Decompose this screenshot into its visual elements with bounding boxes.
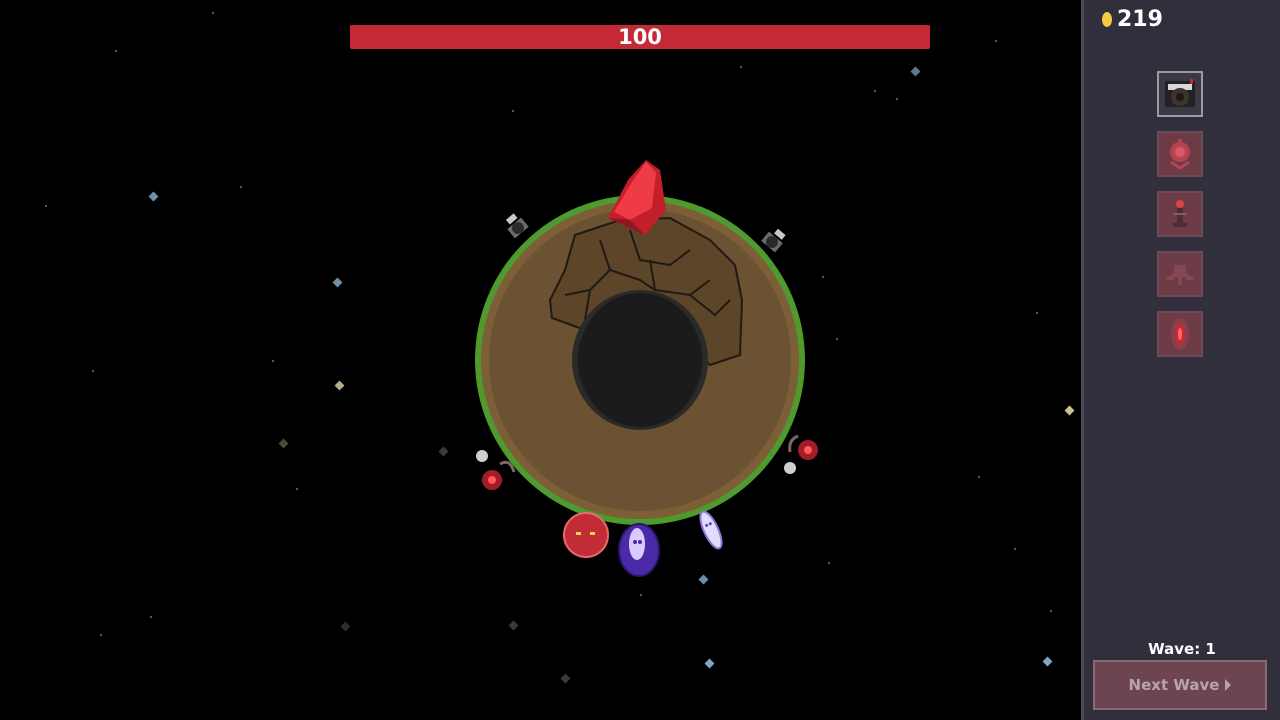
star-icon	[278, 438, 289, 449]
star-icon	[340, 621, 351, 632]
star-dot	[45, 205, 47, 207]
star-dot	[115, 50, 117, 52]
star-dot	[1036, 312, 1038, 314]
star-icon	[508, 620, 519, 631]
red-blob-enemy-icon[interactable]	[563, 512, 609, 558]
cannon-turret-icon[interactable]	[761, 225, 788, 253]
star-dot	[995, 40, 997, 42]
star-icon	[334, 380, 345, 391]
beacon-tower-icon	[1173, 200, 1187, 227]
tower-slot-flower-turret[interactable]	[1157, 131, 1203, 177]
coin-icon	[1102, 11, 1112, 27]
core-health-value: 100	[618, 25, 662, 49]
gold-counter: 219	[1102, 6, 1163, 32]
ghost-enemy-icon[interactable]	[696, 509, 726, 551]
star-dot	[874, 90, 876, 92]
star-dot	[92, 370, 94, 372]
purple-egg-enemy-icon[interactable]	[618, 523, 660, 577]
star-dot	[272, 360, 274, 362]
tower-slot-wing-turret[interactable]	[1157, 251, 1203, 297]
cannon-turret-icon	[1165, 79, 1195, 107]
star-icon	[560, 673, 571, 684]
game-viewport[interactable]: 100	[0, 0, 1080, 720]
flower-turret-icon[interactable]	[784, 434, 818, 474]
star-icon	[332, 277, 343, 288]
tower-slot-beacon-tower[interactable]	[1157, 191, 1203, 237]
star-dot	[512, 110, 514, 112]
cannon-turret-icon[interactable]	[502, 211, 529, 239]
next-wave-label: Next Wave	[1128, 676, 1220, 694]
star-icon	[910, 66, 921, 77]
star-dot	[150, 616, 152, 618]
star-dot	[240, 186, 242, 188]
tower-slot-cannon-turret[interactable]	[1157, 71, 1203, 117]
star-dot	[896, 98, 898, 100]
star-dot	[978, 476, 980, 478]
build-panel: 219 Wave: 1 Next Wave	[1081, 0, 1280, 720]
wing-turret-icon	[1165, 265, 1195, 285]
gold-value: 219	[1117, 6, 1163, 32]
tower-slot-crystal-tower[interactable]	[1157, 311, 1203, 357]
play-arrow-icon	[1225, 679, 1232, 691]
star-dot	[212, 12, 214, 14]
star-dot	[740, 66, 742, 68]
next-wave-button[interactable]: Next Wave	[1093, 660, 1267, 710]
star-icon	[148, 191, 159, 202]
wave-counter: Wave: 1	[1148, 640, 1216, 658]
crystal-tower-icon	[1171, 318, 1189, 350]
star-dot	[1014, 548, 1016, 550]
star-dot	[1050, 610, 1052, 612]
star-dot	[100, 634, 102, 636]
flower-turret-icon	[1170, 139, 1190, 170]
crater-hole	[578, 293, 702, 427]
core-health-bar: 100	[350, 25, 930, 49]
star-icon	[704, 658, 715, 669]
planet-scene[interactable]	[440, 140, 840, 600]
star-dot	[296, 488, 298, 490]
star-icon	[1064, 405, 1075, 416]
star-icon	[1042, 656, 1053, 667]
